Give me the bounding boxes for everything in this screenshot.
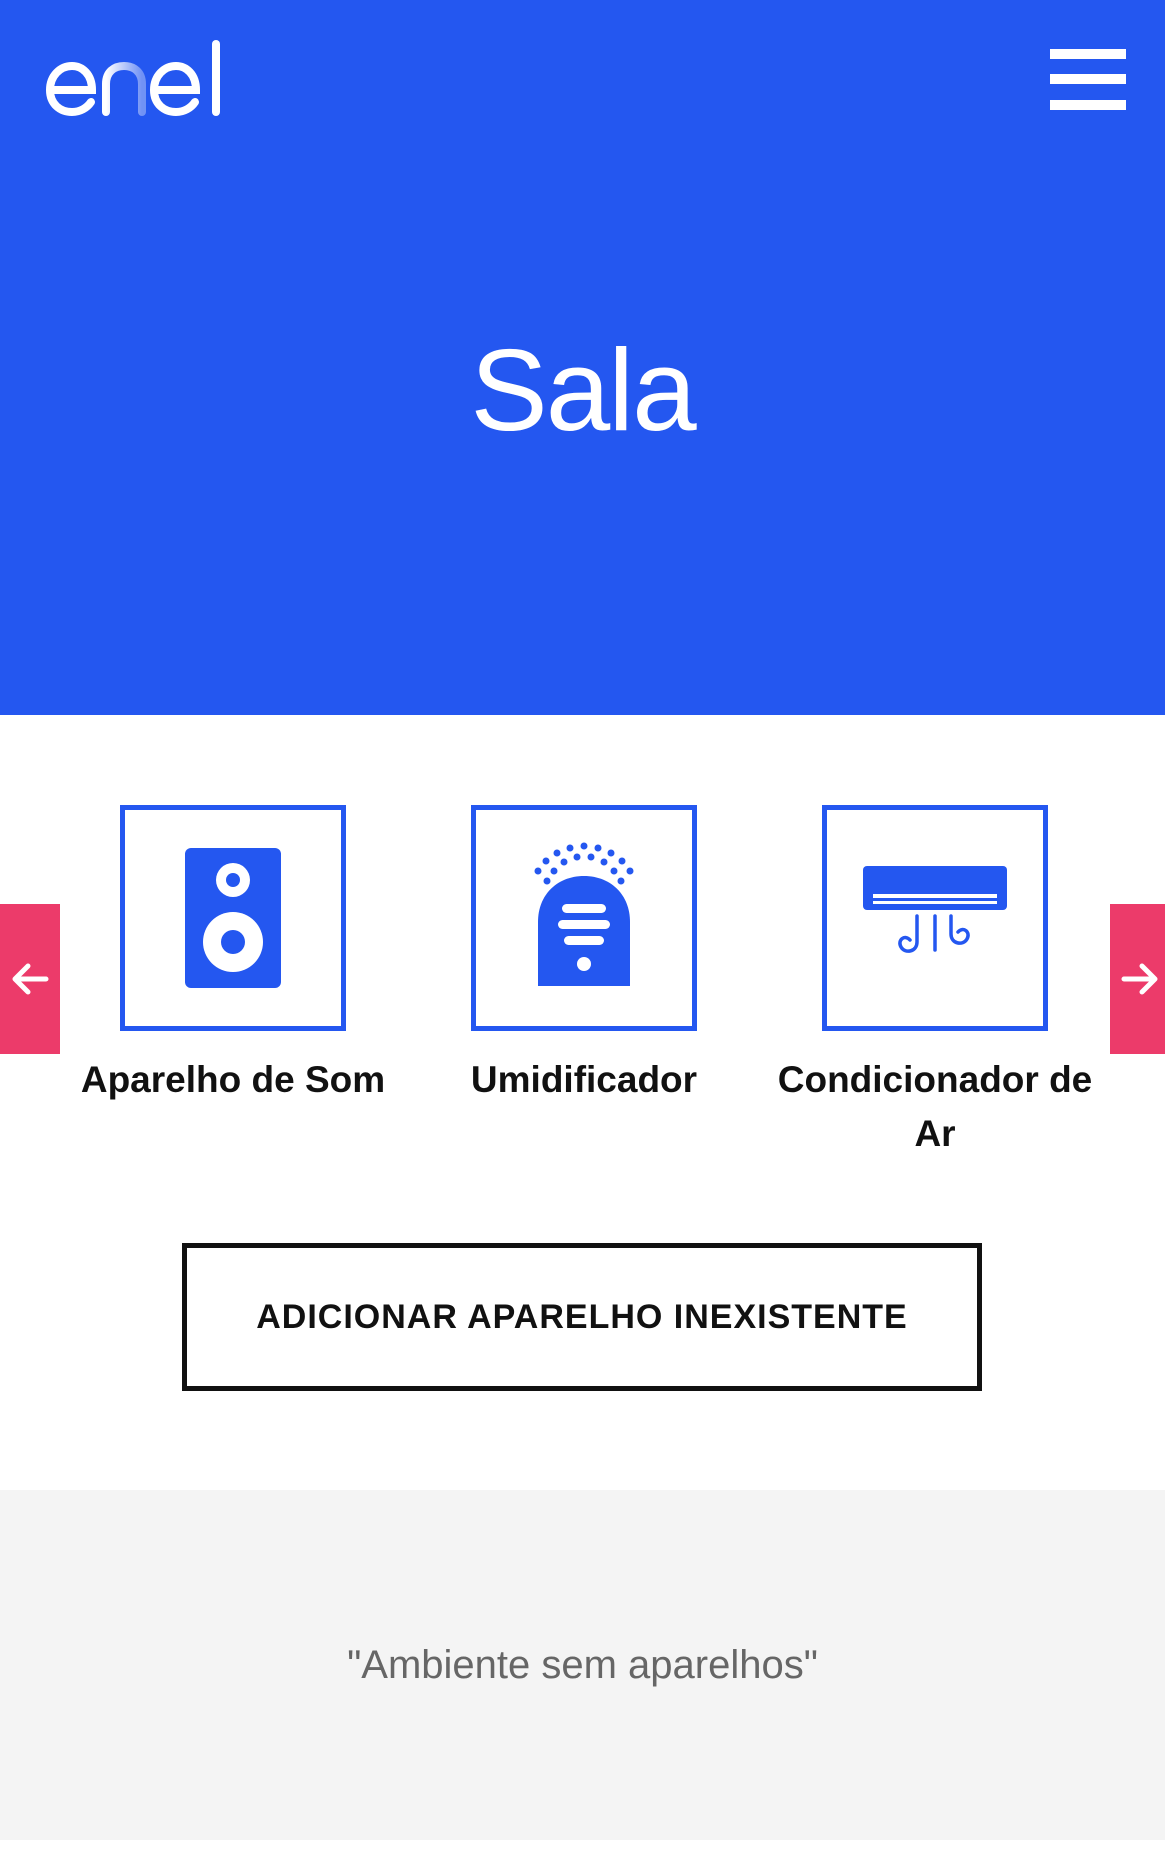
add-missing-device-button[interactable]: ADICIONAR APARELHO INEXISTENTE: [182, 1243, 982, 1391]
app-header: Sala: [0, 0, 1165, 715]
arrow-left-icon: [12, 963, 49, 995]
menu-bar: [1050, 49, 1126, 59]
humidifier-icon: [534, 842, 634, 986]
device-label: Aparelho de Som: [80, 1059, 386, 1100]
device-tile: [471, 805, 697, 1031]
device-label: Umidificador: [470, 1059, 698, 1100]
menu-bar: [1050, 100, 1126, 110]
device-tile: [822, 805, 1048, 1031]
device-tile: [120, 805, 346, 1031]
device-umidificador[interactable]: Umidificador: [414, 805, 754, 1107]
device-condicionador-de-ar[interactable]: Condicionador de Ar: [765, 805, 1105, 1161]
carousel-next-button[interactable]: [1110, 904, 1165, 1054]
menu-bar: [1050, 74, 1126, 84]
page-title: Sala: [470, 325, 696, 455]
carousel-prev-button[interactable]: [0, 904, 60, 1054]
speaker-icon: [185, 848, 281, 988]
device-aparelho-de-som[interactable]: Aparelho de Som: [63, 805, 403, 1107]
device-label: Condicionador de Ar: [777, 1059, 1093, 1154]
device-list-panel: "Ambiente sem aparelhos": [0, 1490, 1165, 1840]
hamburger-menu-icon[interactable]: [1050, 46, 1126, 112]
enel-logo-mark: [45, 40, 220, 117]
enel-logo[interactable]: [44, 38, 230, 118]
air-conditioner-icon: [863, 866, 1007, 953]
arrow-right-icon: [1121, 963, 1158, 995]
empty-state-message: "Ambiente sem aparelhos": [347, 1643, 818, 1687]
